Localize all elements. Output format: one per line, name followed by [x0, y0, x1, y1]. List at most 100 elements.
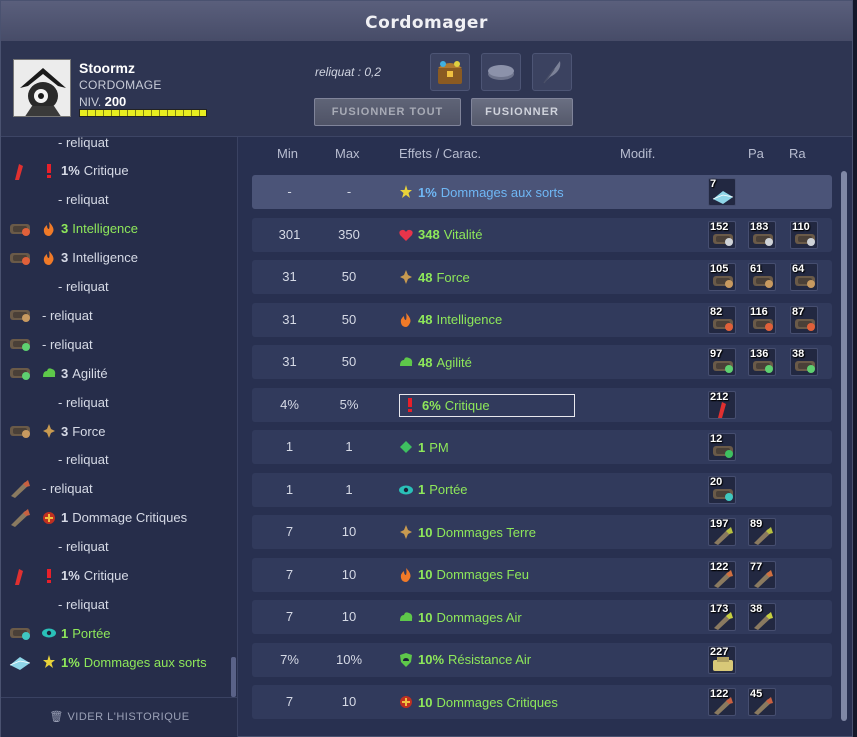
effect-row[interactable]: 4% 5% 6% Critique 212 [252, 387, 832, 422]
fuse-all-button[interactable]: FUSIONNER TOUT [314, 98, 461, 126]
rune-dmg-icon[interactable]: 122 [708, 688, 736, 716]
history-value: 1 [61, 625, 69, 641]
effect-label: Intelligence [436, 312, 503, 327]
history-subitem: - reliquat [1, 187, 231, 213]
effect-row[interactable]: 7 10 10 Dommages Feu 122 77 [252, 557, 832, 592]
rune-po-icon[interactable]: 20 [708, 475, 736, 504]
int-icon [42, 221, 56, 236]
row-min: 7% [280, 651, 299, 667]
rune-force-icon[interactable]: 61 [748, 263, 776, 291]
rune-dmg-icon[interactable]: 173 [708, 603, 736, 631]
rune-spell-icon[interactable]: 7 [708, 178, 736, 206]
effect-row[interactable]: 1 1 1 Portée 20 [252, 472, 832, 507]
history-item: 3 Force [1, 418, 231, 444]
effect-label: Dommages aux sorts [440, 184, 564, 200]
effect-row[interactable]: 7 10 10 Dommages Critiques 122 45 [252, 685, 832, 719]
rune-force-icon[interactable]: 105 [708, 263, 736, 291]
row-effect: 10 Dommages Air [399, 602, 522, 632]
row-min: 301 [278, 226, 301, 242]
history-label: - reliquat [58, 452, 109, 468]
rune-int-icon [9, 220, 31, 238]
effects-table: - - 1% Dommages aux sorts 7 301 350 348 Vitalité… [239, 171, 854, 737]
rune-count: 183 [750, 220, 769, 233]
rune-vit-icon[interactable]: 110 [790, 220, 818, 249]
effect-value: 1 [418, 439, 426, 455]
rune-int-icon[interactable]: 82 [708, 305, 736, 334]
agi-icon [42, 366, 56, 380]
clear-history-button[interactable]: 🗑 VIDER L'HISTORIQUE [1, 697, 237, 737]
effect-row[interactable]: 301 350 348 Vitalité 152 183 110 [252, 217, 832, 252]
int-icon [399, 312, 413, 327]
table-scrollbar[interactable] [841, 171, 847, 721]
rune-count: 227 [710, 645, 729, 658]
effect-label: Vitalité [443, 227, 483, 242]
rune-agi-icon[interactable]: 136 [748, 348, 776, 376]
rune-vit-icon[interactable]: 152 [708, 220, 736, 249]
rune-force-icon[interactable]: 64 [790, 263, 818, 291]
rune-int-icon[interactable]: 87 [790, 305, 818, 334]
rune-count: 7 [710, 178, 717, 190]
effect-label: PM [429, 439, 449, 455]
rune-crit-icon [9, 567, 31, 585]
effect-value: 10 [418, 609, 433, 625]
row-min: 1 [285, 439, 294, 454]
row-effect: 10 Dommages Critiques [399, 687, 558, 717]
rune-dmg-icon[interactable]: 197 [708, 518, 736, 546]
row-min: 31 [282, 269, 297, 284]
row-max: 10 [341, 609, 357, 624]
history-item: 3 Intelligence [1, 216, 231, 242]
history-scrollbar[interactable] [231, 657, 236, 697]
rune-dmg-icon[interactable]: 45 [748, 688, 776, 716]
rune-count: 45 [750, 688, 763, 700]
rune-pm-icon[interactable]: 12 [708, 433, 736, 461]
rune-count: 77 [750, 560, 763, 573]
effect-value: 48 [418, 354, 433, 370]
history-item: 3 Intelligence [1, 245, 231, 271]
history-item: - reliquat [1, 331, 231, 357]
trash-icon: 🗑 [49, 711, 64, 723]
effect-value: 10 [418, 567, 433, 582]
rune-vit-icon[interactable]: 183 [748, 220, 776, 249]
effect-label: Dommages Critiques [436, 694, 558, 710]
rune-dmg-icon[interactable]: 77 [748, 560, 776, 589]
rune-slot[interactable] [481, 53, 521, 91]
effect-row[interactable]: 7% 10% 10% Résistance Air 227 [252, 642, 832, 677]
history-label: Agilité [72, 365, 108, 381]
force-icon [399, 525, 413, 539]
history-label: - reliquat [42, 307, 93, 323]
rune-dmg-icon[interactable]: 38 [748, 603, 776, 631]
effect-row[interactable]: 1 1 1 PM 12 [252, 430, 832, 464]
chest-slot[interactable] [430, 53, 470, 91]
row-effect: 1 PM [399, 432, 449, 462]
history-label: Intelligence [72, 250, 139, 266]
spell-icon [399, 185, 413, 199]
effect-row[interactable]: - - 1% Dommages aux sorts 7 [252, 175, 832, 209]
row-min: 7 [285, 609, 294, 624]
row-effect: 1% Dommages aux sorts [399, 177, 564, 207]
col-max: Max [335, 146, 360, 161]
table-scroll-thumb[interactable] [841, 171, 847, 721]
rune-dmg-icon[interactable]: 89 [748, 518, 776, 546]
rune-agi-icon[interactable]: 38 [790, 348, 818, 376]
effect-row[interactable]: 31 50 48 Agilité 97 136 38 [252, 345, 832, 379]
history-label: Dommage Critiques [72, 510, 188, 526]
rune-count: 82 [710, 305, 723, 318]
rune-int-icon[interactable]: 116 [748, 305, 776, 334]
history-label: - reliquat [58, 539, 109, 555]
row-max: 10 [341, 694, 357, 709]
rune-dmg-icon[interactable]: 122 [708, 560, 736, 589]
rune-crit-icon[interactable]: 212 [708, 390, 736, 419]
effect-row[interactable]: 31 50 48 Force 105 61 64 [252, 260, 832, 294]
effect-row[interactable]: 7 10 10 Dommages Air 173 38 [252, 600, 832, 634]
po-icon [42, 626, 56, 640]
fuse-button[interactable]: FUSIONNER [471, 98, 573, 126]
rune-res-icon[interactable]: 227 [708, 645, 736, 674]
rune-agi-icon[interactable]: 97 [708, 348, 736, 376]
effect-row[interactable]: 31 50 48 Intelligence 82 116 87 [252, 302, 832, 337]
rune-agi-icon [9, 364, 31, 382]
window-title: Cordomager [365, 13, 488, 33]
feather-slot[interactable] [532, 53, 572, 91]
title-bar: Cordomager [1, 1, 852, 41]
effect-row[interactable]: 7 10 10 Dommages Terre 197 89 [252, 515, 832, 549]
row-min: 7 [285, 566, 294, 582]
